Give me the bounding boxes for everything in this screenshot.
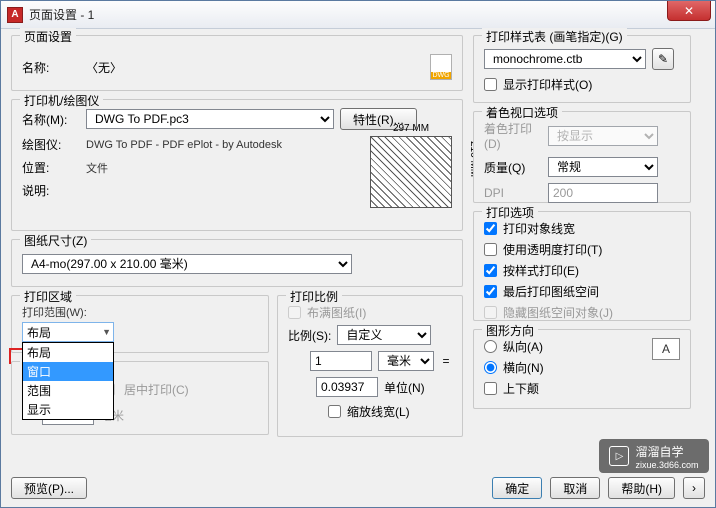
paper-size-title: 图纸尺寸(Z) [20,232,91,249]
printer-name-select[interactable]: DWG To PDF.pc3 [86,109,334,129]
opt5-label: 隐藏图纸空间对象(J) [503,304,613,321]
opt-display[interactable]: 显示 [23,400,113,419]
opt3-label: 按样式打印(E) [503,262,579,279]
style-edit-button[interactable]: ✎ [652,48,674,70]
quality-select[interactable]: 常规 [548,157,658,177]
play-icon: ▷ [609,446,629,466]
ok-button[interactable]: 确定 [492,477,542,499]
printer-name-label: 名称(M): [22,111,80,128]
display-styles-label: 显示打印样式(O) [503,76,592,93]
dpi-label: DPI [484,186,542,200]
plot-options-title: 打印选项 [482,204,538,221]
shaded-vp-title: 着色视口选项 [482,104,562,121]
watermark-brand: 溜溜自学 [635,443,698,460]
plot-area-title: 打印区域 [20,288,76,305]
fit-paper-check [288,306,301,319]
scale-lw-label: 缩放线宽(L) [347,403,410,420]
paper-size-select[interactable]: A4-mo(297.00 x 210.00 毫米) [22,254,352,274]
page-setup-title: 页面设置 [20,28,76,45]
page-name-value: 〈无〉 [86,59,122,76]
opt-extents[interactable]: 范围 [23,381,113,400]
upside-label: 上下颠 [503,380,539,397]
cancel-button[interactable]: 取消 [550,477,600,499]
plot-scale-title: 打印比例 [286,288,342,305]
plot-range-list: 布局 窗口 范围 显示 [22,342,114,420]
opt3-check[interactable] [484,264,497,277]
opt5-check [484,306,497,319]
quality-label: 质量(Q) [484,159,542,176]
shade-select: 按显示 [548,126,658,146]
scale-label: 比例(S): [288,327,331,344]
scale-num2[interactable] [316,377,378,397]
scale-num1[interactable] [310,351,372,371]
pencil-icon: ✎ [658,52,668,66]
close-button[interactable]: ✕ [667,1,711,21]
chevron-right-icon: › [692,481,696,495]
opt1-label: 打印对象线宽 [503,220,575,237]
opt4-label: 最后打印图纸空间 [503,283,599,300]
dwg-icon [430,54,452,80]
scale-unit2: 单位(N) [384,379,452,396]
scale-lw-check[interactable] [328,405,341,418]
opt-window[interactable]: 窗口 [23,362,113,381]
plotter-value: DWG To PDF - PDF ePlot - by Autodesk [86,139,282,151]
location-value: 文件 [86,160,108,176]
desc-label: 说明: [22,182,80,199]
location-label: 位置: [22,159,80,176]
opt2-check[interactable] [484,243,497,256]
opt2-label: 使用透明度打印(T) [503,241,602,258]
fit-paper-label: 布满图纸(I) [307,304,366,321]
paper-preview: 297 MM 210 MM [370,136,452,208]
dpi-input [548,183,658,203]
watermark: ▷ 溜溜自学 zixue.3d66.com [599,439,709,473]
style-table-select[interactable]: monochrome.ctb [484,49,646,69]
display-styles-check[interactable] [484,78,497,91]
help-button[interactable]: 帮助(H) [608,477,675,499]
center-label: 居中打印(C) [124,381,189,398]
plotter-label: 绘图仪: [22,136,80,153]
scale-unit1[interactable]: 毫米 [378,351,434,371]
opt4-check[interactable] [484,285,497,298]
shade-label: 着色打印(D) [484,120,542,151]
portrait-label: 纵向(A) [503,338,543,355]
expand-button[interactable]: › [683,477,705,499]
plot-range-label: 打印范围(W): [22,304,258,320]
portrait-radio[interactable] [484,340,497,353]
watermark-url: zixue.3d66.com [635,460,698,470]
upside-check[interactable] [484,382,497,395]
scale-select[interactable]: 自定义 [337,325,431,345]
orientation-icon: A [652,338,680,360]
dim-top: 297 MM [371,123,451,134]
opt1-check[interactable] [484,222,497,235]
plot-range-select[interactable]: 布局 布局 窗口 范围 显示 [22,322,114,342]
orientation-title: 图形方向 [482,322,538,339]
window-title: 页面设置 - 1 [29,6,94,23]
close-icon: ✕ [684,4,694,18]
preview-button[interactable]: 预览(P)... [11,477,87,499]
landscape-label: 横向(N) [503,359,544,376]
landscape-radio[interactable] [484,361,497,374]
app-icon: A [7,7,23,23]
style-table-title: 打印样式表 (画笔指定)(G) [482,28,627,45]
printer-group-title: 打印机/绘图仪 [20,92,103,109]
opt-layout[interactable]: 布局 [23,343,113,362]
name-label: 名称: [22,59,80,76]
